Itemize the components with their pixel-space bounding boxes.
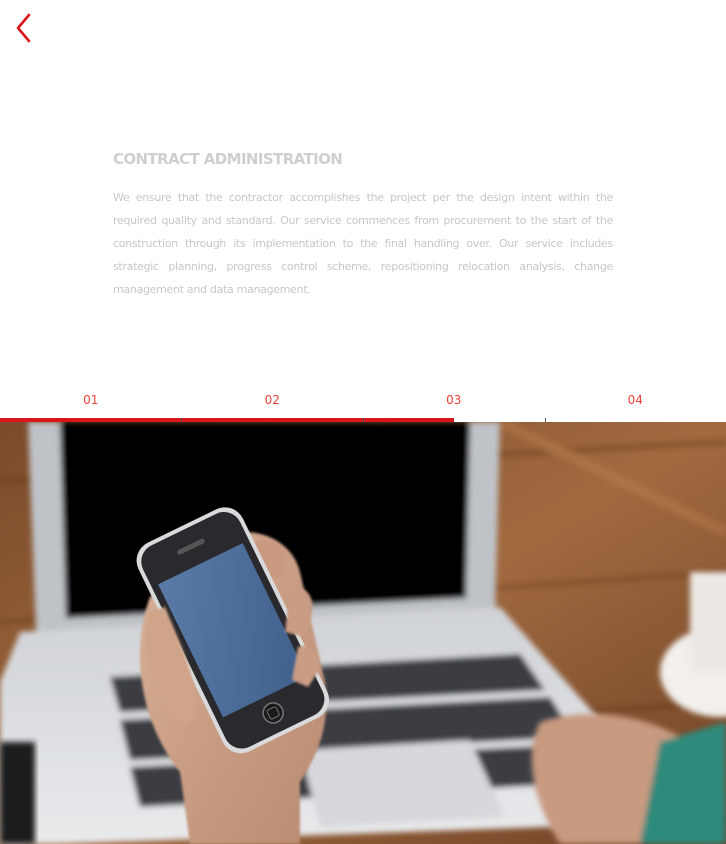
section-title: CONTRACT ADMINISTRATION bbox=[113, 150, 343, 168]
hero-photo bbox=[0, 422, 726, 844]
tab-03[interactable]: 03 bbox=[363, 388, 545, 422]
tab-label: 02 bbox=[264, 393, 280, 407]
page: CONTRACT ADMINISTRATION We ensure that t… bbox=[0, 0, 726, 844]
hero-image bbox=[0, 422, 726, 844]
chevron-left-icon bbox=[16, 13, 31, 43]
section-body: We ensure that the contractor accomplish… bbox=[113, 191, 613, 296]
tab-label: 01 bbox=[83, 393, 99, 407]
back-button[interactable] bbox=[8, 8, 40, 48]
tab-04[interactable]: 04 bbox=[545, 388, 726, 422]
slide-tabs: 01 02 03 04 bbox=[0, 388, 726, 422]
section-content: CONTRACT ADMINISTRATION We ensure that t… bbox=[113, 148, 613, 301]
tab-01[interactable]: 01 bbox=[0, 388, 182, 422]
tab-label: 04 bbox=[627, 393, 643, 407]
tab-02[interactable]: 02 bbox=[182, 388, 364, 422]
tab-label: 03 bbox=[446, 393, 462, 407]
